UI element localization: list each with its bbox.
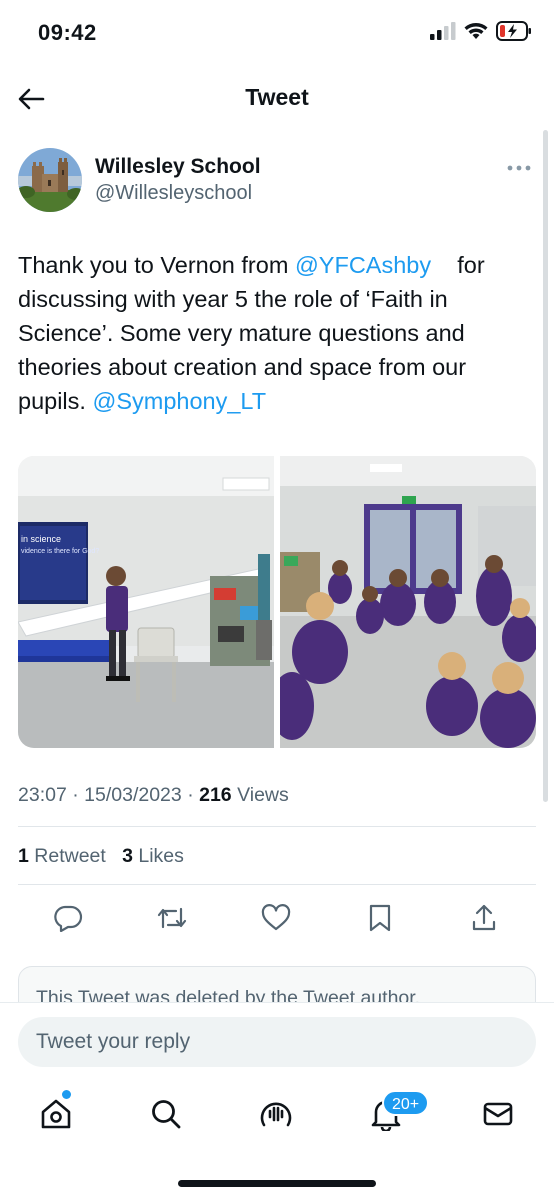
- tweet-text-part: Thank you to Vernon from: [18, 252, 295, 278]
- bottom-tab-bar: 20+: [0, 1082, 554, 1152]
- author-name[interactable]: Willesley School: [95, 155, 261, 179]
- slide-text: vidence is there for God?: [21, 548, 100, 555]
- share-button[interactable]: [464, 898, 504, 938]
- search-icon: [152, 1100, 181, 1129]
- tweet-time: 23:07: [18, 784, 67, 806]
- tweet-date: 15/03/2023: [84, 784, 182, 806]
- avatar-castle-image: [18, 148, 82, 212]
- home-icon: [41, 1099, 71, 1129]
- tab-spaces[interactable]: [254, 1092, 298, 1136]
- tweet-text: Thank you to Vernon from @YFCAshby for d…: [18, 248, 533, 418]
- more-options-button[interactable]: [504, 158, 534, 178]
- likes-count: 3: [122, 845, 133, 867]
- bookmark-button[interactable]: [360, 898, 400, 938]
- status-icons: [430, 21, 532, 41]
- retweets-label: Retweet: [34, 845, 106, 867]
- retweets-count: 1: [18, 845, 29, 867]
- mention-link[interactable]: @YFCAshby: [295, 252, 431, 278]
- like-icon: [261, 904, 291, 931]
- status-bar: 09:42: [0, 0, 554, 68]
- reply-input[interactable]: [18, 1017, 536, 1067]
- divider: [18, 826, 536, 827]
- tweet-stats: 1 Retweet 3 Likes: [18, 845, 184, 868]
- tweet-media: in science vidence is there for God?: [18, 456, 536, 748]
- reply-button[interactable]: [48, 898, 88, 938]
- tab-search[interactable]: [144, 1092, 188, 1136]
- tab-home[interactable]: [34, 1092, 78, 1136]
- divider: [18, 884, 536, 885]
- likes-link[interactable]: 3 Likes: [122, 845, 184, 867]
- author-row: Willesley School @Willesleyschool: [18, 146, 538, 216]
- tweet-meta: 23:07 · 15/03/2023 · 216 Views: [18, 784, 289, 807]
- battery-low-charging-icon: [496, 21, 531, 41]
- retweets-link[interactable]: 1 Retweet: [18, 845, 106, 867]
- notifications-badge: 20+: [382, 1090, 430, 1116]
- separator-dot: ·: [187, 784, 200, 806]
- share-icon: [472, 904, 496, 931]
- author-handle[interactable]: @Willesleyschool: [95, 182, 252, 205]
- scrollbar[interactable]: [543, 130, 548, 802]
- tweet-actions: [18, 898, 536, 938]
- separator-dot: ·: [72, 784, 85, 806]
- wifi-icon: [464, 23, 488, 39]
- bookmark-icon: [369, 904, 391, 932]
- mention-link[interactable]: @Symphony_LT: [92, 388, 266, 414]
- page-title: Tweet: [245, 84, 309, 110]
- cellular-signal-icon: [430, 22, 456, 40]
- like-button[interactable]: [256, 898, 296, 938]
- retweet-icon: [157, 907, 187, 929]
- status-time: 09:42: [38, 20, 97, 45]
- more-dots-icon: [507, 165, 531, 171]
- tweet-photo-classroom-presentation[interactable]: in science vidence is there for God?: [18, 456, 274, 748]
- mail-icon: [483, 1102, 513, 1126]
- slide-title: in science: [21, 534, 62, 544]
- home-new-dot: [62, 1090, 71, 1099]
- tweet-header: Tweet: [0, 68, 554, 130]
- reply-bar: [0, 1002, 554, 1082]
- home-indicator[interactable]: [178, 1180, 376, 1187]
- avatar[interactable]: [18, 148, 82, 212]
- spaces-icon: [260, 1102, 292, 1127]
- retweet-button[interactable]: [152, 898, 192, 938]
- views-count: 216: [199, 784, 232, 806]
- views-label: Views: [237, 784, 289, 806]
- reply-icon: [54, 905, 83, 932]
- tweet-photo-pupils-seated[interactable]: [280, 456, 536, 748]
- tab-messages[interactable]: [476, 1092, 520, 1136]
- likes-label: Likes: [138, 845, 184, 867]
